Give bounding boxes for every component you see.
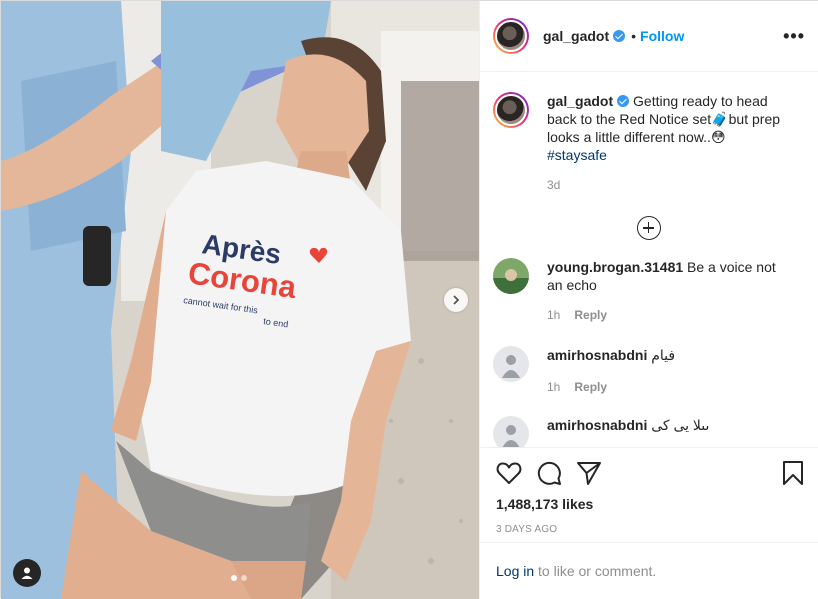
save-button[interactable] xyxy=(782,460,804,486)
comment-body: amirhosnabdni فیام 1h Reply xyxy=(547,346,793,396)
header-separator: • xyxy=(631,28,637,44)
commenter-avatar[interactable] xyxy=(493,346,529,382)
photo-scene: Après Corona cannot wait for this to end xyxy=(1,1,479,599)
load-more-comments[interactable] xyxy=(493,216,804,240)
heart-icon xyxy=(496,462,522,484)
login-link[interactable]: Log in xyxy=(496,563,534,579)
verified-badge-icon xyxy=(617,95,630,107)
luggage-emoji: 🧳 xyxy=(711,111,729,127)
login-prompt-text: to like or comment. xyxy=(534,563,657,579)
caption-avatar[interactable] xyxy=(493,92,529,128)
post-date: 3 DAYS AGO xyxy=(496,524,558,535)
comment-age: 1h xyxy=(547,308,561,322)
user-tag-icon xyxy=(21,567,33,579)
instagram-post: Après Corona cannot wait for this to end xyxy=(0,0,818,599)
commenter-avatar-image xyxy=(493,258,529,294)
comment-body: young.brogan.31481 Be a voice not an ech… xyxy=(547,258,793,324)
comment-icon xyxy=(537,461,561,485)
carousel-dot-1 xyxy=(231,575,237,581)
comment-text: فیام xyxy=(651,347,676,363)
comment-body: amirhosnabdni ىىلا يى كى xyxy=(547,416,793,447)
chevron-right-icon xyxy=(453,295,460,305)
caption-avatar-image xyxy=(495,94,527,126)
author-avatar-image xyxy=(495,20,527,52)
carousel-dot-2 xyxy=(241,575,247,581)
add-comments-icon[interactable] xyxy=(636,216,661,240)
login-prompt: Log in to like or comment. xyxy=(480,542,818,599)
verified-badge-icon xyxy=(613,30,626,42)
comment-item: amirhosnabdni ىىلا يى كى xyxy=(493,396,804,447)
comment-meta: 1h Reply xyxy=(547,306,793,324)
comment-button[interactable] xyxy=(536,460,562,486)
follow-button[interactable]: Follow xyxy=(640,28,684,44)
commenter-avatar[interactable] xyxy=(493,258,529,294)
commenter-avatar[interactable] xyxy=(493,416,529,447)
tagged-users-button[interactable] xyxy=(13,559,41,587)
share-button[interactable] xyxy=(576,460,602,486)
bookmark-icon xyxy=(783,461,803,485)
reply-button[interactable]: Reply xyxy=(574,380,607,394)
more-options-icon[interactable]: ••• xyxy=(783,27,805,45)
flushed-emoji: 😳 xyxy=(710,129,726,145)
caption: gal_gadot Getting ready to head back to … xyxy=(493,73,804,194)
comment-item: amirhosnabdni فیام 1h Reply xyxy=(493,324,804,396)
reply-button[interactable]: Reply xyxy=(574,308,607,322)
post-photo[interactable]: Après Corona cannot wait for this to end xyxy=(1,1,479,599)
post-header: gal_gadot • Follow ••• xyxy=(480,1,818,72)
comment-text: ىىلا يى كى xyxy=(651,417,710,433)
post-actions: 1,488,173 likes 3 DAYS AGO xyxy=(480,447,818,535)
comment-meta: 1h Reply xyxy=(547,378,793,396)
post-side-panel: gal_gadot • Follow ••• gal_gadot Getting… xyxy=(479,1,818,599)
carousel-indicator xyxy=(231,575,247,581)
share-icon xyxy=(577,462,601,485)
action-icons xyxy=(496,448,804,498)
like-button[interactable] xyxy=(496,461,522,485)
comment-item: young.brogan.31481 Be a voice not an ech… xyxy=(493,258,804,324)
comment-username[interactable]: young.brogan.31481 xyxy=(547,259,683,275)
caption-age: 3d xyxy=(547,178,561,192)
hashtag-link[interactable]: #staysafe xyxy=(547,147,607,163)
commenter-avatar-image xyxy=(493,346,529,382)
caption-username[interactable]: gal_gadot xyxy=(547,93,613,109)
author-avatar[interactable] xyxy=(493,18,529,54)
likes-count[interactable]: 1,488,173 likes xyxy=(496,496,804,512)
comments-list[interactable]: gal_gadot Getting ready to head back to … xyxy=(480,73,818,447)
commenter-avatar-image xyxy=(493,416,529,447)
comment-username[interactable]: amirhosnabdni xyxy=(547,417,647,433)
comment-username[interactable]: amirhosnabdni xyxy=(547,347,647,363)
caption-body: gal_gadot Getting ready to head back to … xyxy=(547,92,793,194)
comment-age: 1h xyxy=(547,380,561,394)
author-username[interactable]: gal_gadot xyxy=(543,28,609,44)
carousel-next-button[interactable] xyxy=(444,288,468,312)
